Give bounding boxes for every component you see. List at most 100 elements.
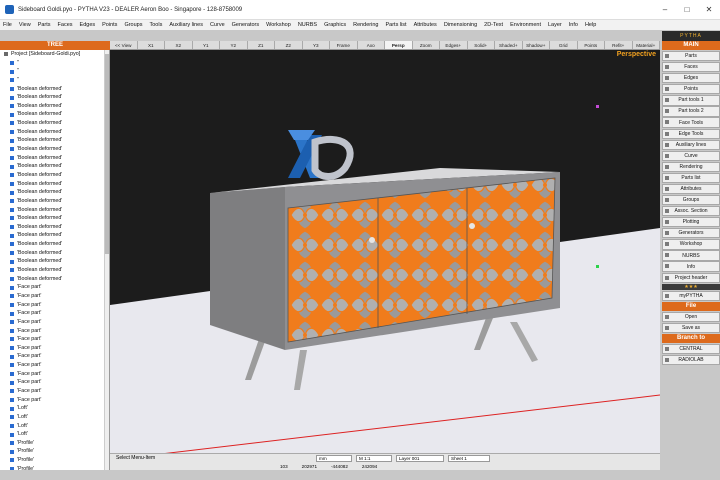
menu-nurbs[interactable]: NURBS — [298, 22, 317, 28]
view-button-view[interactable]: << View — [110, 41, 138, 49]
tree-item[interactable]: 'Boolean deformed' — [2, 231, 109, 240]
tree-item[interactable]: 'Face part' — [2, 361, 109, 370]
view-button-points[interactable]: Points — [578, 41, 605, 49]
view-button-shadow[interactable]: Shadow+ — [523, 41, 550, 49]
tree-item[interactable]: 'Face part' — [2, 335, 109, 344]
tree-item[interactable]: 'Boolean deformed' — [2, 93, 109, 102]
menu-generators[interactable]: Generators — [232, 22, 260, 28]
tree-item[interactable]: 'Boolean deformed' — [2, 188, 109, 197]
tree-item[interactable]: '' — [2, 76, 109, 85]
part-tools-1-button[interactable]: Part tools 1 — [662, 95, 720, 106]
tree-root[interactable]: Project [Sideboard-Goldi.pyo] — [2, 50, 109, 59]
menu-view[interactable]: View — [19, 22, 31, 28]
tree-item[interactable]: 'Face part' — [2, 370, 109, 379]
tree-item[interactable]: 'Boolean deformed' — [2, 171, 109, 180]
tree-item[interactable]: 'Boolean deformed' — [2, 128, 109, 137]
view-button-y2[interactable]: Y2 — [220, 41, 248, 49]
tree-item[interactable]: 'Boolean deformed' — [2, 197, 109, 206]
tree-item[interactable]: 'Boolean deformed' — [2, 257, 109, 266]
menu-workshop[interactable]: Workshop — [266, 22, 291, 28]
view-button-edges[interactable]: Edges+ — [440, 41, 468, 49]
view-button-persp[interactable]: Persp — [385, 41, 413, 49]
scale-select[interactable]: M 1:1 — [356, 454, 392, 462]
nurbs-button[interactable]: NURBS — [662, 250, 720, 261]
menu-file[interactable]: File — [3, 22, 12, 28]
auxiliary-lines-button[interactable]: Auxiliary lines — [662, 139, 720, 150]
view-button-refit[interactable]: Refit+ — [605, 41, 633, 49]
view-button-shaded[interactable]: Shaded+ — [495, 41, 523, 49]
project-header-button[interactable]: Project header — [662, 272, 720, 283]
part-tools-2-button[interactable]: Part tools 2 — [662, 106, 720, 117]
menu-edges[interactable]: Edges — [80, 22, 96, 28]
view-button-solid[interactable]: Solid+ — [468, 41, 495, 49]
view-button-z2[interactable]: Z2 — [275, 41, 303, 49]
curve-button[interactable]: Curve — [662, 150, 720, 161]
tree-item[interactable]: 'Face part' — [2, 387, 109, 396]
view-button-x2[interactable]: X2 — [165, 41, 193, 49]
layer-select[interactable]: Layer 001 — [396, 454, 444, 462]
view-button-axo[interactable]: Axo — [358, 41, 385, 49]
tree-item[interactable]: 'Loft' — [2, 422, 109, 431]
edges-button[interactable]: Edges — [662, 73, 720, 84]
info-button[interactable]: Info — [662, 261, 720, 272]
tree-scrollbar[interactable] — [104, 50, 109, 470]
menu-auxiliary-lines[interactable]: Auxiliary lines — [169, 22, 203, 28]
points-button[interactable]: Points — [662, 84, 720, 95]
tree-item[interactable]: 'Boolean deformed' — [2, 119, 109, 128]
assoc-section-button[interactable]: Assoc. Section — [662, 206, 720, 217]
tree-item[interactable]: 'Boolean deformed' — [2, 214, 109, 223]
faces-button[interactable]: Faces — [662, 62, 720, 73]
parts-list-button[interactable]: Parts list — [662, 172, 720, 184]
menu-parts[interactable]: Parts — [38, 22, 51, 28]
tree-item[interactable]: 'Profile' — [2, 456, 109, 465]
tree-item[interactable]: 'Boolean deformed' — [2, 85, 109, 94]
tree-item[interactable]: 'Face part' — [2, 318, 109, 327]
tree-item[interactable]: 'Boolean deformed' — [2, 162, 109, 171]
mypytha-button[interactable]: myPYTHA — [662, 290, 720, 301]
tree-item[interactable]: 'Boolean deformed' — [2, 102, 109, 111]
tree-item[interactable]: 'Profile' — [2, 439, 109, 448]
menu-environment[interactable]: Environment — [510, 22, 541, 28]
menu-info[interactable]: Info — [569, 22, 578, 28]
tree-item[interactable]: 'Boolean deformed' — [2, 275, 109, 284]
units-select[interactable]: mm — [316, 454, 352, 462]
close-icon[interactable]: ✕ — [698, 0, 720, 20]
menu-groups[interactable]: Groups — [124, 22, 142, 28]
tree-item[interactable]: 'Boolean deformed' — [2, 154, 109, 163]
maximize-icon[interactable]: □ — [676, 0, 698, 20]
view-button-grid[interactable]: Grid — [550, 41, 578, 49]
menu-faces[interactable]: Faces — [58, 22, 73, 28]
tree-item[interactable]: 'Boolean deformed' — [2, 180, 109, 189]
tree-item[interactable]: 'Face part' — [2, 352, 109, 361]
menu-curve[interactable]: Curve — [210, 22, 225, 28]
menu-dimensioning[interactable]: Dimensioning — [444, 22, 477, 28]
tree-item[interactable]: 'Boolean deformed' — [2, 145, 109, 154]
view-button-y3[interactable]: Y3 — [303, 41, 330, 49]
menu-graphics[interactable]: Graphics — [324, 22, 346, 28]
tree-item[interactable]: 'Face part' — [2, 309, 109, 318]
tree-item[interactable]: 'Face part' — [2, 344, 109, 353]
tree-item[interactable]: 'Face part' — [2, 327, 109, 336]
tree-item[interactable]: 'Loft' — [2, 430, 109, 439]
tree-item[interactable]: 'Profile' — [2, 447, 109, 456]
face-tools-button[interactable]: Face Tools — [662, 117, 720, 128]
tree-item[interactable]: 'Face part' — [2, 301, 109, 310]
tree-item[interactable]: 'Boolean deformed' — [2, 206, 109, 215]
view-button-y1[interactable]: Y1 — [193, 41, 220, 49]
edge-tools-button[interactable]: Edge Tools — [662, 128, 720, 139]
rendering-button[interactable]: Rendering — [662, 161, 720, 172]
attributes-button[interactable]: Attributes — [662, 183, 720, 195]
workshop-button[interactable]: Workshop — [662, 239, 720, 250]
parts-button[interactable]: Parts — [662, 51, 720, 62]
tree-item[interactable]: 'Face part' — [2, 283, 109, 292]
tree-item[interactable]: 'Loft' — [2, 404, 109, 413]
groups-button[interactable]: Groups — [662, 195, 720, 206]
menu-layer[interactable]: Layer — [548, 22, 562, 28]
sheet-select[interactable]: Sheet 1 — [448, 454, 490, 462]
menu-tools[interactable]: Tools — [149, 22, 162, 28]
tree-item[interactable]: 'Boolean deformed' — [2, 223, 109, 232]
generators-button[interactable]: Generators — [662, 228, 720, 239]
view-button-x1[interactable]: X1 — [138, 41, 165, 49]
tree-item[interactable]: 'Boolean deformed' — [2, 266, 109, 275]
plotting-button[interactable]: Plotting — [662, 217, 720, 228]
